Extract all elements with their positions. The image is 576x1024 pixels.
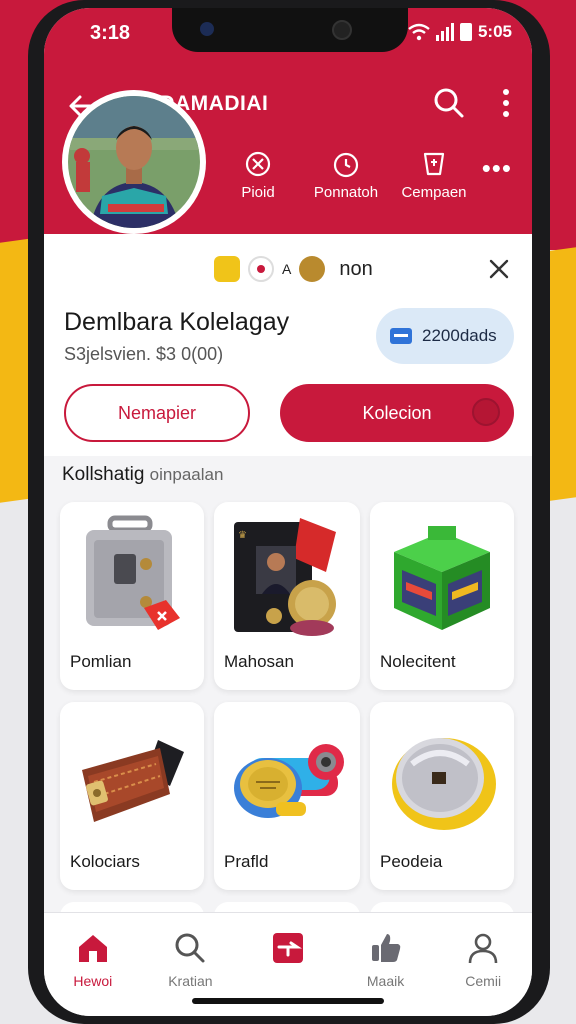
leather-case-icon [82, 740, 184, 822]
section-subtitle: oinpaalan [149, 465, 224, 484]
status-icons: 5:05 [408, 22, 512, 42]
section-title-text: Kollshatig [62, 464, 145, 485]
status-bar: 3:18 5:05 [44, 8, 532, 58]
item-label: Mahosan [224, 652, 294, 671]
wifi-icon [408, 23, 430, 41]
nav-label: Cemii [465, 973, 502, 989]
toolbox-icon [86, 515, 180, 630]
close-icon[interactable] [486, 256, 512, 282]
thumbs-up-icon [371, 934, 400, 962]
collection-grid: Pomlian ♛ Mahosan Nolecitent Kolociars P… [60, 502, 518, 926]
search-icon[interactable] [432, 86, 466, 120]
card-pack-icon: ♛ [234, 518, 336, 636]
avatar[interactable] [62, 90, 206, 234]
action-label: Pioid [241, 184, 275, 201]
collection-item-prafld[interactable]: Prafld [214, 702, 360, 890]
item-label: Prafld [224, 852, 269, 871]
action-label: Cempaen [401, 184, 467, 201]
gold-coin-icon [392, 738, 496, 830]
collection-item-nolecitent[interactable]: Nolecitent [370, 502, 514, 690]
toggle-knob-icon [472, 398, 500, 426]
points-value: 2200dads [422, 326, 497, 345]
star-badge-icon [214, 256, 240, 282]
collection-item-mahosan[interactable]: ♛ Mahosan [214, 502, 360, 690]
notch [172, 8, 408, 52]
nav-item-home[interactable]: Hewoi [44, 913, 142, 1016]
battery-icon [459, 23, 472, 41]
home-icon [78, 935, 107, 962]
coin-stack-icon [234, 744, 344, 818]
nemapier-button[interactable]: Nemapier [64, 384, 250, 442]
nav-label: Kratian [168, 973, 213, 989]
badge-text: non [339, 257, 373, 280]
front-camera [332, 20, 352, 40]
nav-item-profile[interactable]: Cemii [434, 913, 532, 1016]
points-chip[interactable]: 2200dads [376, 308, 514, 364]
chest-badge-icon [299, 256, 326, 282]
section-title: Kollshatig oinpaalan [62, 464, 223, 486]
home-indicator[interactable] [192, 998, 384, 1004]
action-ponnatoh[interactable]: Ponnatoh [302, 150, 390, 201]
search-icon [175, 933, 205, 963]
action-cempaen[interactable]: Cempaen [390, 150, 478, 201]
action-pioid[interactable]: Pioid [214, 150, 302, 201]
collection-item-peodeia[interactable]: Peodeia [370, 702, 514, 890]
person-icon [468, 933, 498, 964]
phone-screen: 3:18 5:05 ANDAMADIAI Pioid Ponnatoh Cemp… [44, 8, 532, 1016]
target-icon [245, 151, 271, 177]
svg-text:♛: ♛ [238, 530, 247, 541]
signal-icon [435, 23, 454, 41]
item-label: Nolecitent [380, 652, 456, 671]
item-label: Pomlian [70, 652, 132, 671]
item-label: Kolociars [70, 852, 140, 871]
nav-label: Maaik [366, 973, 405, 989]
collection-item-pomlian[interactable]: Pomlian [60, 502, 204, 690]
action-label: Ponnatoh [313, 184, 379, 201]
player-photo [68, 96, 200, 228]
item-label: Peodeia [380, 852, 443, 871]
profile-name: Demlbara Kolelagay [64, 308, 290, 336]
tag-icon [423, 152, 445, 176]
nav-label: Hewoi [73, 973, 113, 989]
card-icon [390, 328, 412, 344]
badge-marker: A [282, 261, 292, 277]
kolecion-button-label: Kolecion [362, 402, 432, 423]
more-dots-icon[interactable]: ••• [482, 155, 512, 181]
record-badge-icon [248, 256, 274, 282]
status-battery-text: 5:05 [477, 22, 512, 41]
overflow-menu-icon[interactable] [498, 86, 514, 120]
kolecion-button[interactable]: Kolecion [280, 384, 514, 442]
profile-subtitle: S3jelsvien. $3 0(00) [64, 344, 224, 364]
timer-icon [333, 152, 359, 178]
crate-icon [394, 526, 490, 630]
collection-item-kolociars[interactable]: Kolociars [60, 702, 204, 890]
front-sensor [200, 22, 214, 36]
status-time: 3:18 [90, 22, 131, 44]
profile-card: A non Demlbara Kolelagay S3jelsvien. $3 … [44, 234, 532, 456]
ticket-icon [272, 933, 303, 963]
profile-actions: Pioid Ponnatoh Cempaen [214, 150, 478, 201]
badge-row: A non [214, 256, 373, 282]
